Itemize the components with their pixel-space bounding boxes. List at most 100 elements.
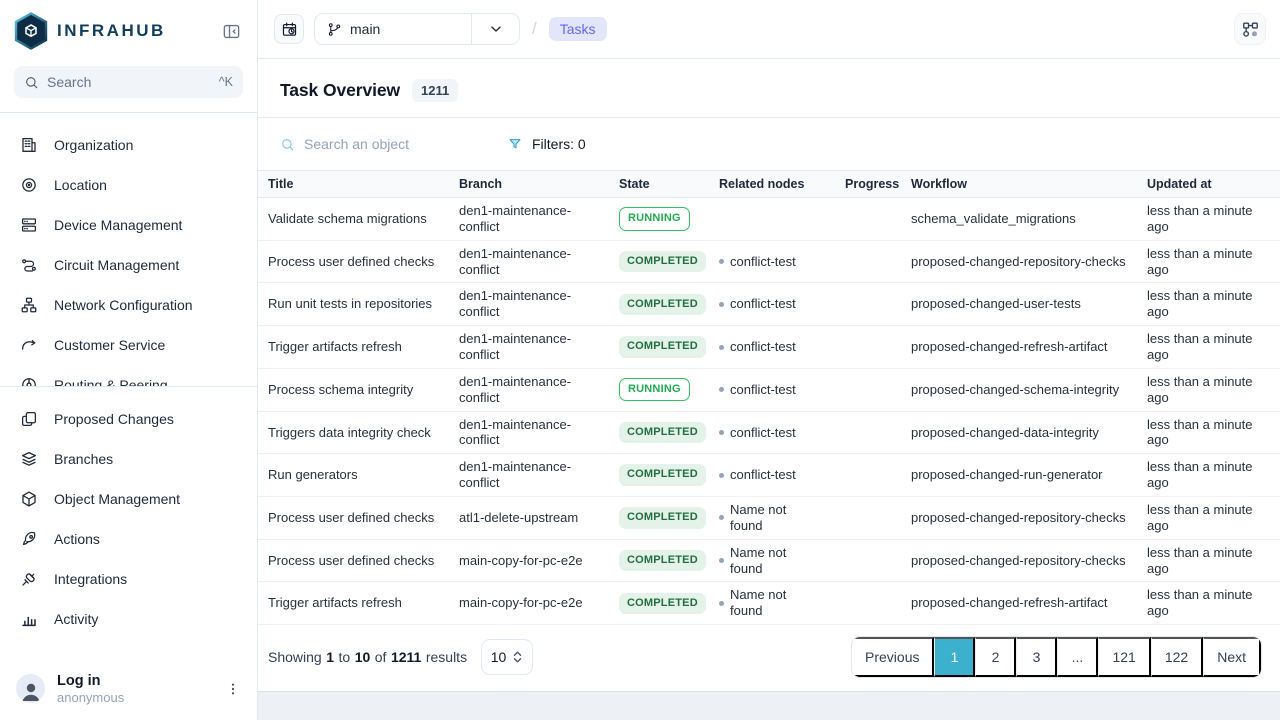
page-button-122[interactable]: 122 (1151, 637, 1203, 677)
table-toolbar: Filters: 0 (258, 118, 1280, 170)
breadcrumb-tasks[interactable]: Tasks (549, 17, 607, 41)
table-header-row: Title Branch State Related nodes Progres… (258, 171, 1280, 198)
sidebar-item-network-configuration[interactable]: Network Configuration (0, 285, 257, 325)
state-badge: COMPLETED (619, 294, 706, 315)
col-progress[interactable]: Progress (836, 171, 902, 198)
sidebar-item-customer-service[interactable]: Customer Service (0, 325, 257, 365)
building-icon (20, 136, 38, 154)
col-workflow[interactable]: Workflow (902, 171, 1138, 198)
node-status-dot (719, 601, 724, 606)
task-branch: den1-maintenance-conflict (450, 198, 610, 241)
col-related-nodes[interactable]: Related nodes (710, 171, 836, 198)
sidebar-item-integrations[interactable]: Integrations (0, 559, 257, 599)
object-search-input[interactable] (304, 136, 484, 152)
username-label: anonymous (57, 690, 211, 706)
page-button-2[interactable]: 2 (975, 637, 1016, 677)
sidebar-item-location[interactable]: Location (0, 165, 257, 205)
task-workflow: proposed-changed-schema-integrity (902, 368, 1138, 411)
node-status-dot (719, 302, 724, 307)
server-icon (20, 216, 38, 234)
table-row[interactable]: Run unit tests in repositories den1-main… (258, 283, 1280, 326)
user-row[interactable]: Log in anonymous (0, 660, 257, 720)
object-search[interactable] (280, 136, 508, 152)
branch-selector[interactable]: main (314, 13, 520, 45)
time-travel-button[interactable] (274, 14, 304, 44)
sidebar-item-label: Customer Service (54, 337, 165, 353)
task-branch: den1-maintenance-conflict (450, 411, 610, 454)
task-updated-at: less than a minute ago (1138, 497, 1280, 540)
task-workflow: proposed-changed-repository-checks (902, 539, 1138, 582)
table-row[interactable]: Trigger artifacts refresh den1-maintenan… (258, 326, 1280, 369)
bar-chart-icon (20, 610, 38, 628)
filters-button[interactable]: Filters: 0 (508, 136, 586, 152)
col-title[interactable]: Title (258, 171, 450, 198)
sidebar-item-device-management[interactable]: Device Management (0, 205, 257, 245)
sidebar: INFRAHUB Search ^K OrganizationLocationD… (0, 0, 258, 720)
branch-dropdown-toggle[interactable] (471, 14, 519, 44)
node-status-dot (719, 558, 724, 563)
table-row[interactable]: Run generators den1-maintenance-conflict… (258, 454, 1280, 497)
node-status-dot (719, 259, 724, 264)
table-row[interactable]: Trigger artifacts refresh main-copy-for-… (258, 582, 1280, 625)
task-updated-at: less than a minute ago (1138, 240, 1280, 283)
sidebar-item-actions[interactable]: Actions (0, 519, 257, 559)
sidebar-item-branches[interactable]: Branches (0, 439, 257, 479)
task-workflow: proposed-changed-repository-checks (902, 240, 1138, 283)
sidebar-item-proposed-changes[interactable]: Proposed Changes (0, 399, 257, 439)
task-workflow: proposed-changed-repository-checks (902, 497, 1138, 540)
task-title: Process user defined checks (258, 539, 450, 582)
sidebar-item-organization[interactable]: Organization (0, 125, 257, 165)
task-title: Run unit tests in repositories (258, 283, 450, 326)
col-branch[interactable]: Branch (450, 171, 610, 198)
table-row[interactable]: Validate schema migrations den1-maintena… (258, 198, 1280, 241)
login-label[interactable]: Log in (57, 672, 211, 690)
previous-page-button[interactable]: Previous (852, 637, 934, 677)
task-updated-at: less than a minute ago (1138, 539, 1280, 582)
page-button-3[interactable]: 3 (1016, 637, 1057, 677)
sidebar-item-label: Activity (54, 611, 98, 627)
task-updated-at: less than a minute ago (1138, 198, 1280, 241)
related-node-label: conflict-test (730, 382, 796, 398)
task-workflow: proposed-changed-refresh-artifact (902, 326, 1138, 369)
table-row[interactable]: Process schema integrity den1-maintenanc… (258, 368, 1280, 411)
sidebar-item-activity[interactable]: Activity (0, 599, 257, 639)
col-state[interactable]: State (610, 171, 710, 198)
avatar (16, 674, 45, 703)
workflow-graph-button[interactable] (1234, 13, 1266, 45)
node-status-dot (719, 345, 724, 350)
next-page-button[interactable]: Next (1203, 637, 1261, 677)
table-row[interactable]: Triggers data integrity check den1-maint… (258, 411, 1280, 454)
task-workflow: proposed-changed-run-generator (902, 454, 1138, 497)
globe-icon (20, 376, 38, 386)
task-progress (836, 283, 902, 326)
kebab-menu-icon[interactable] (223, 677, 243, 701)
page-button-1[interactable]: 1 (934, 637, 975, 677)
page-size-select[interactable]: 10 (481, 639, 533, 675)
task-progress (836, 582, 902, 625)
task-progress (836, 497, 902, 540)
task-workflow: proposed-changed-refresh-artifact (902, 582, 1138, 625)
sidebar-item-label: Device Management (54, 217, 182, 233)
state-badge: COMPLETED (619, 422, 706, 443)
task-updated-at: less than a minute ago (1138, 368, 1280, 411)
related-node-label: conflict-test (730, 425, 796, 441)
table-row[interactable]: Process user defined checks main-copy-fo… (258, 539, 1280, 582)
map-pin-icon (20, 176, 38, 194)
search-icon (280, 137, 295, 152)
sidebar-collapse-icon[interactable] (219, 19, 243, 43)
sidebar-search-input[interactable]: Search ^K (14, 66, 243, 98)
related-node-label: conflict-test (730, 467, 796, 483)
sidebar-item-label: Actions (54, 531, 100, 547)
infrahub-logo-icon (14, 12, 48, 50)
page-ellipsis[interactable]: ... (1057, 637, 1098, 677)
sidebar-item-label: Routing & Peering (54, 377, 168, 386)
col-updated-at[interactable]: Updated at (1138, 171, 1280, 198)
sidebar-item-circuit-management[interactable]: Circuit Management (0, 245, 257, 285)
page-button-121[interactable]: 121 (1098, 637, 1150, 677)
select-chevrons-icon (512, 650, 523, 664)
sidebar-item-routing-peering[interactable]: Routing & Peering (0, 365, 257, 386)
search-icon (24, 75, 39, 90)
sidebar-item-object-management[interactable]: Object Management (0, 479, 257, 519)
table-row[interactable]: Process user defined checks den1-mainten… (258, 240, 1280, 283)
table-row[interactable]: Process user defined checks atl1-delete-… (258, 497, 1280, 540)
